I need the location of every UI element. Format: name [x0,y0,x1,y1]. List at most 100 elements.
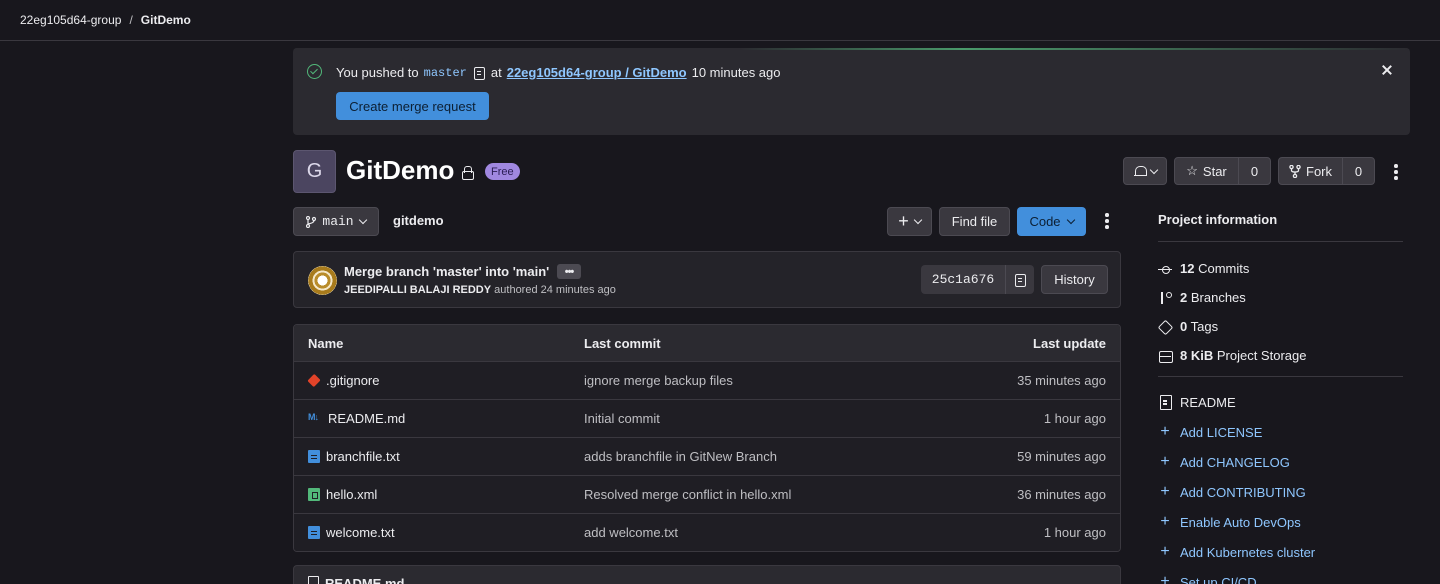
file-last-commit[interactable]: Initial commit [584,411,964,426]
fork-action[interactable]: Fork [1279,158,1343,184]
enable-auto-devops-link[interactable]: + Enable Auto DevOps [1158,507,1403,537]
table-row[interactable]: M↓ README.md Initial commit 1 hour ago [294,399,1120,437]
add-contributing-link[interactable]: + Add CONTRIBUTING [1158,477,1403,507]
add-kubernetes-cluster-link[interactable]: + Add Kubernetes cluster [1158,537,1403,567]
history-button[interactable]: History [1041,265,1108,294]
last-commit-panel: Merge branch 'master' into 'main' ••• JE… [293,251,1121,308]
xml-file-icon [308,488,320,501]
file-last-commit[interactable]: add welcome.txt [584,525,964,540]
file-name[interactable]: README.md [328,411,405,426]
breadcrumb-project-link[interactable]: GitDemo [141,13,191,27]
commit-meta: JEEDIPALLI BALAJI REDDY authored 24 minu… [344,284,616,296]
storage-size: 8 KiB [1180,348,1214,363]
fork-count[interactable]: 0 [1343,164,1374,179]
copy-icon [1013,273,1027,287]
commit-author[interactable]: JEEDIPALLI BALAJI REDDY [344,284,491,296]
star-action[interactable]: ☆ Star [1175,158,1239,184]
plan-badge: Free [485,163,520,180]
readme-panel: README.md [293,565,1121,584]
add-kubernetes-cluster-label: Add Kubernetes cluster [1180,544,1316,560]
commits-link[interactable]: 12 Commits [1158,254,1403,283]
table-row[interactable]: welcome.txt add welcome.txt 1 hour ago [294,513,1120,551]
table-row[interactable]: branchfile.txt adds branchfile in GitNew… [294,437,1120,475]
project-info-sidebar: Project information 12 Commits 2 Branche… [1158,205,1403,584]
commit-description-toggle[interactable]: ••• [557,264,581,279]
alert-project-link[interactable]: 22eg105d64-group / GitDemo [507,65,687,80]
branch-selector[interactable]: main [293,207,379,236]
commit-sha[interactable]: 25c1a676 [921,265,1005,294]
file-last-commit[interactable]: ignore merge backup files [584,373,964,388]
file-icon [308,576,319,584]
commits-count: 12 [1180,261,1195,276]
file-name[interactable]: hello.xml [326,487,377,502]
alert-time: 10 minutes ago [691,65,781,80]
copy-icon[interactable] [472,66,486,80]
close-icon[interactable] [1380,63,1394,77]
branches-label: Branches [1190,290,1246,305]
check-circle-icon [307,64,322,79]
more-actions-icon[interactable] [1394,164,1398,180]
notification-dropdown[interactable] [1123,157,1167,185]
branch-name: main [322,214,354,229]
alert-branch-name[interactable]: master [424,66,467,80]
plus-icon: + [1160,483,1170,500]
repository-path[interactable]: gitdemo [393,213,444,228]
branch-icon [1158,291,1172,305]
commit-authored-time: authored 24 minutes ago [494,284,616,296]
tags-link[interactable]: 0 Tags [1158,312,1403,341]
text-file-icon [308,450,320,463]
file-name[interactable]: welcome.txt [326,525,395,540]
column-name-header: Name [308,335,344,351]
project-information-title: Project information [1158,212,1278,227]
find-file-button[interactable]: Find file [939,207,1010,236]
fork-icon [1289,164,1301,178]
file-name[interactable]: .gitignore [326,373,379,388]
branches-count: 2 [1180,290,1188,305]
commit-title[interactable]: Merge branch 'master' into 'main' [344,264,549,279]
add-license-link[interactable]: + Add LICENSE [1158,417,1403,447]
project-title: GitDemo [346,155,455,185]
set-up-ci-cd-label: Set up CI/CD [1180,574,1257,584]
star-count[interactable]: 0 [1239,164,1270,179]
table-row[interactable]: hello.xml Resolved merge conflict in hel… [294,475,1120,513]
file-last-commit[interactable]: Resolved merge conflict in hello.xml [584,487,964,502]
alert-prefix: You pushed to [336,65,419,80]
breadcrumb-group-link[interactable]: 22eg105d64-group [20,13,121,27]
fork-label: Fork [1306,163,1332,179]
set-up-ci-cd-link[interactable]: + Set up CI/CD [1158,567,1403,584]
chevron-down-icon [1149,165,1158,174]
add-changelog-label: Add CHANGELOG [1180,454,1290,470]
star-icon: ☆ [1186,163,1198,178]
storage-link[interactable]: 8 KiB Project Storage [1158,341,1403,370]
readme-title[interactable]: README.md [325,576,404,584]
branches-link[interactable]: 2 Branches [1158,283,1403,312]
file-last-update: 36 minutes ago [1017,487,1106,502]
add-dropdown-button[interactable]: + [887,207,932,236]
commit-icon [1158,262,1172,276]
add-changelog-link[interactable]: + Add CHANGELOG [1158,447,1403,477]
star-label: Star [1202,163,1227,179]
breadcrumb: 22eg105d64-group / GitDemo [0,0,1440,41]
table-row[interactable]: .gitignore ignore merge backup files 35 … [294,361,1120,399]
alert-accent-line [293,48,1410,50]
star-button[interactable]: ☆ Star 0 [1174,157,1271,185]
create-merge-request-button[interactable]: Create merge request [336,92,489,120]
readme-link[interactable]: README [1158,387,1403,417]
code-dropdown-button[interactable]: Code [1017,207,1086,236]
avatar[interactable] [308,266,337,295]
tag-icon [1158,320,1172,334]
copy-sha-button[interactable] [1005,265,1034,294]
more-actions-icon[interactable] [1105,213,1109,229]
lock-icon [461,166,474,180]
plus-icon: + [1160,423,1170,440]
file-last-commit[interactable]: adds branchfile in GitNew Branch [584,449,964,464]
fork-button[interactable]: Fork 0 [1278,157,1375,185]
plus-icon: + [1160,573,1170,584]
chevron-down-icon [358,215,367,225]
storage-icon [1158,349,1173,363]
column-last-commit-header: Last commit [584,335,661,351]
chevron-down-icon [1066,215,1075,225]
file-name[interactable]: branchfile.txt [326,449,400,464]
code-label: Code [1029,214,1061,229]
file-last-update: 1 hour ago [1043,411,1106,426]
